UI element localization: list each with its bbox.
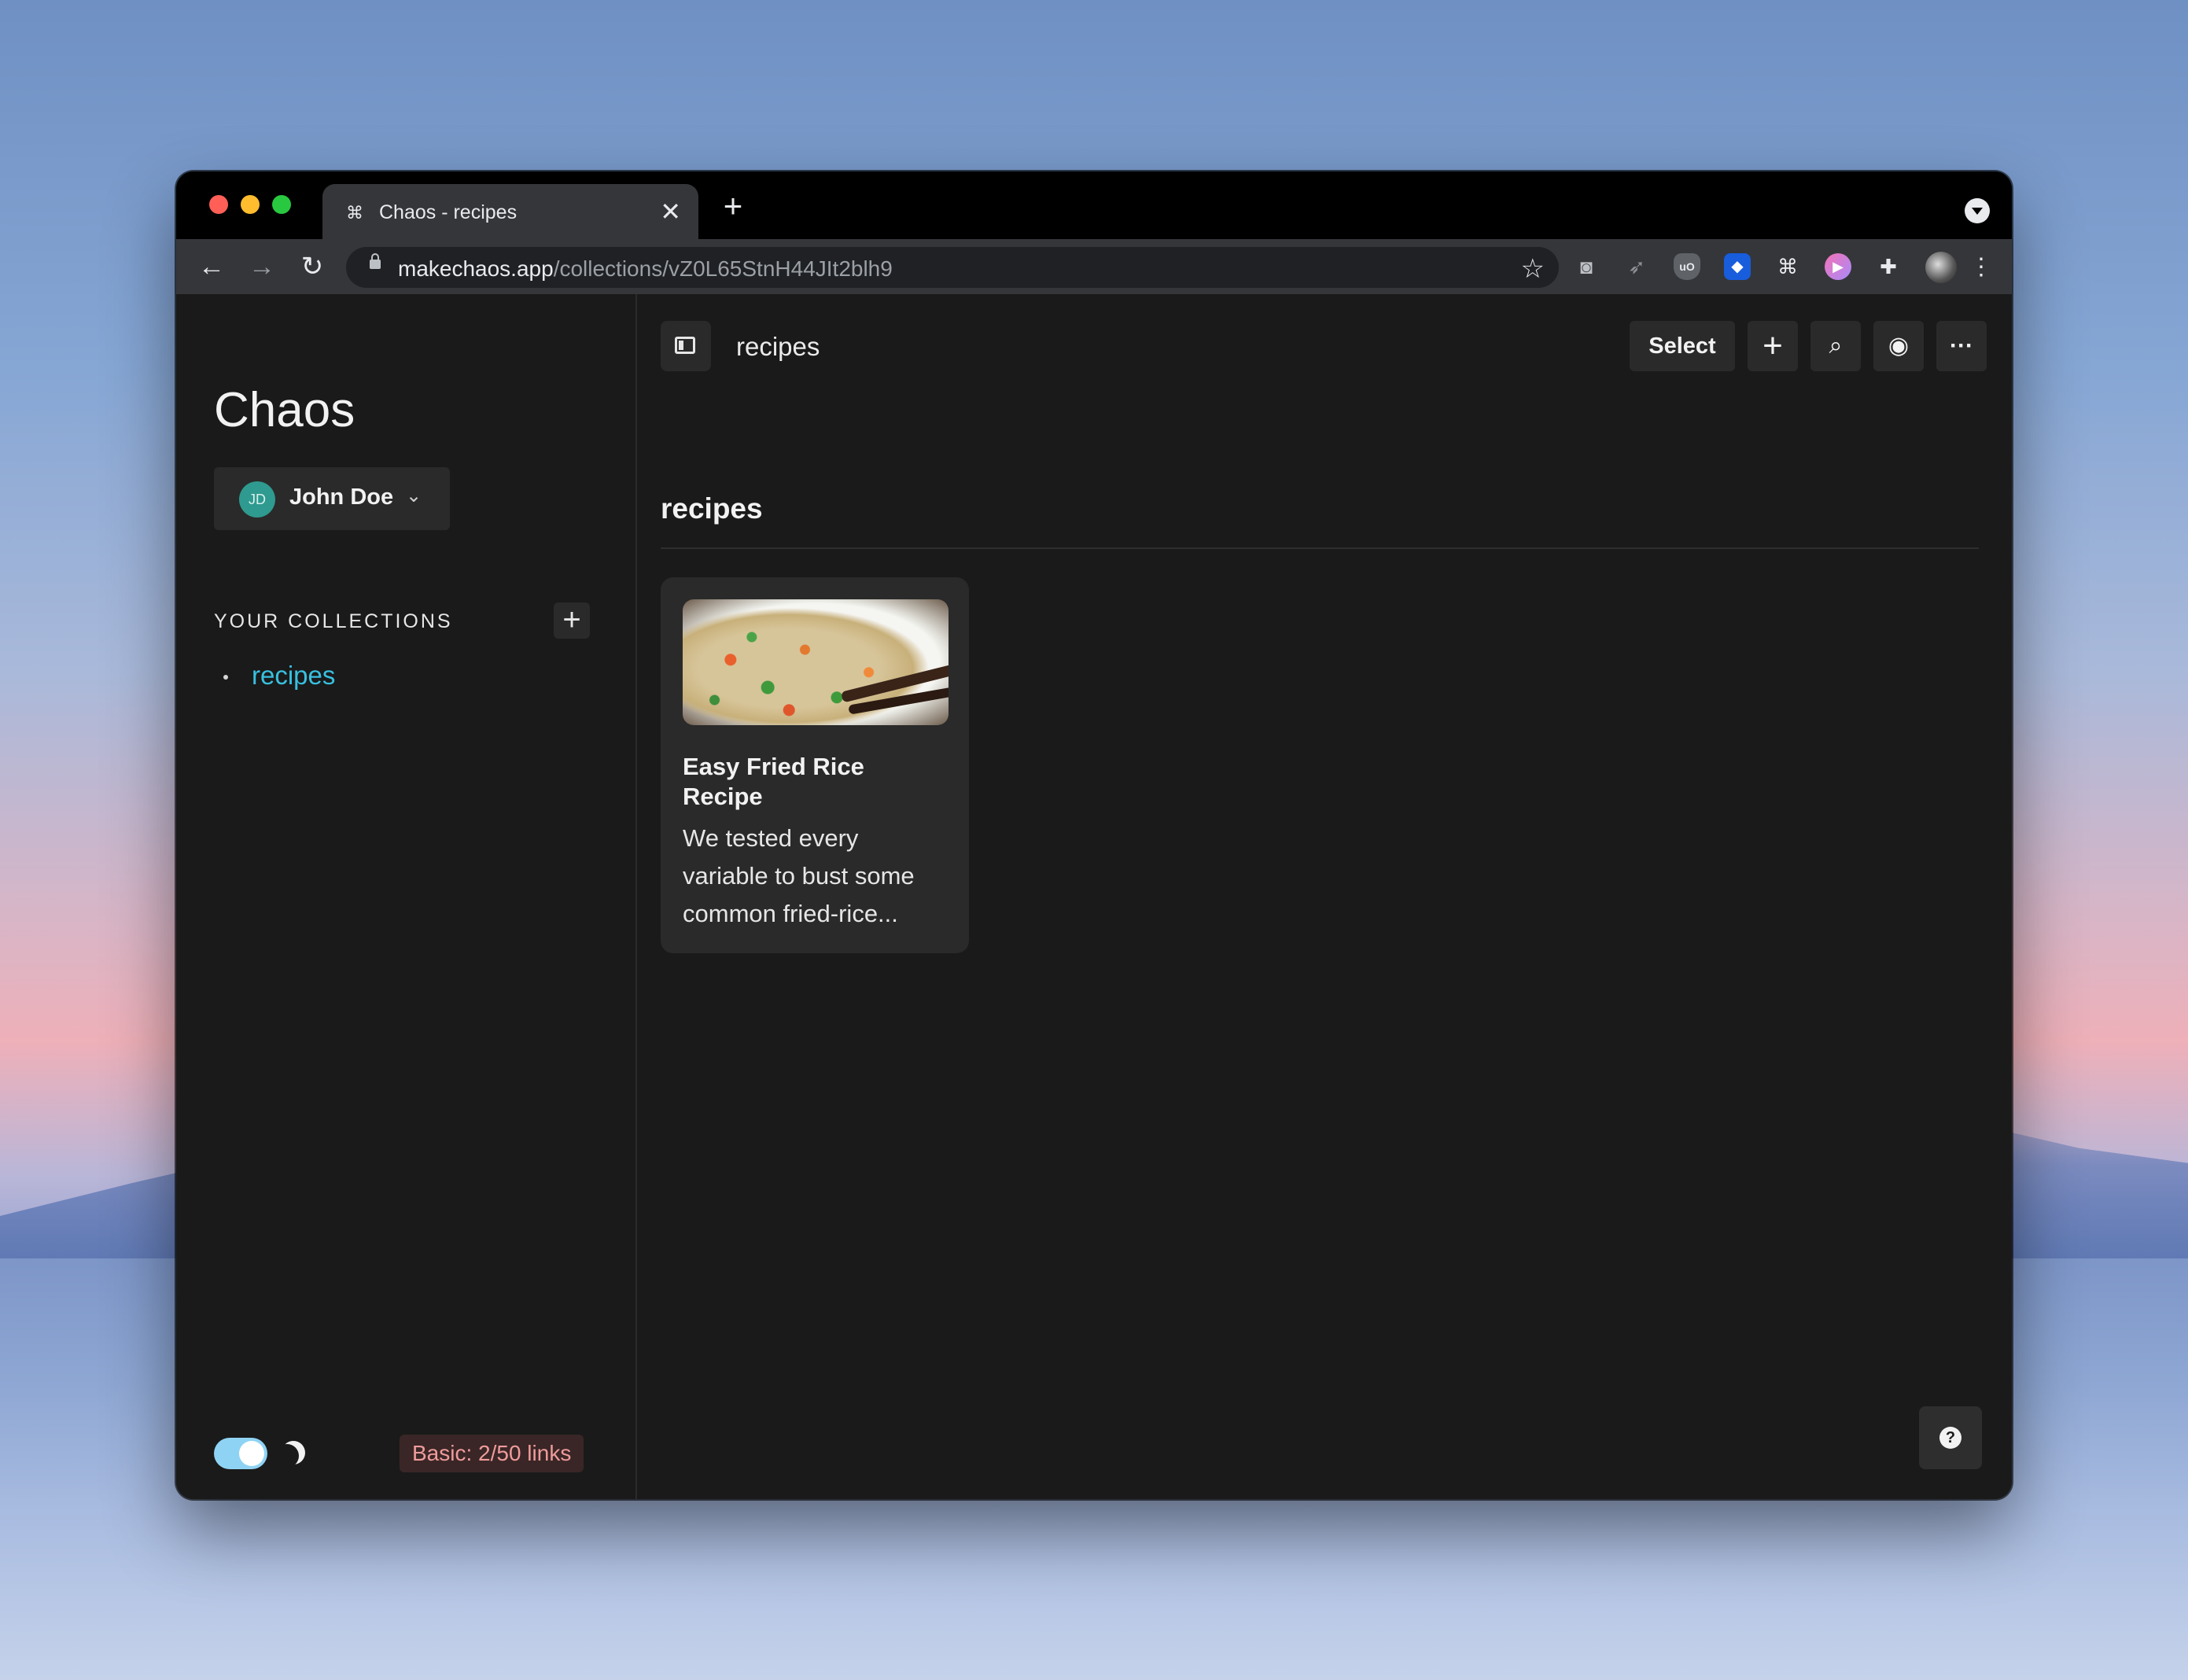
extensions-puzzle-icon[interactable]: ✚ [1875,253,1902,280]
chevron-down-icon: ⌄ [406,485,422,507]
tab-strip: ⌘ Chaos - recipes ✕ + [176,171,2012,239]
tab-title: Chaos - recipes [379,201,518,223]
eye-icon: ◉ [1888,333,1910,359]
search-button[interactable]: ⌕ [1810,321,1861,371]
card-title: Easy Fried Rice Recipe [683,753,864,810]
close-window-button[interactable] [209,195,228,214]
theme-toggle[interactable] [214,1438,267,1469]
bitwarden-extension-icon[interactable]: ◆ [1724,253,1751,280]
user-menu-button[interactable]: JD John Doe ⌄ [214,467,450,530]
more-options-button[interactable]: ··· [1936,321,1987,371]
add-collection-button[interactable]: + [554,602,590,639]
lock-icon [370,253,381,269]
user-avatar: JD [239,481,275,518]
rocket-extension-icon[interactable]: ➶ [1623,253,1650,280]
plan-badge[interactable]: Basic: 2/50 links [400,1435,584,1472]
breadcrumb: recipes [736,332,820,361]
browser-window: ⌘ Chaos - recipes ✕ + ← → ↻ makechaos.ap… [176,171,2012,1499]
bullet-icon [223,675,228,680]
maximize-window-button[interactable] [272,195,291,214]
camera-extension-icon[interactable]: ◙ [1573,253,1600,280]
new-tab-button[interactable]: + [717,190,749,223]
browser-menu-icon[interactable]: ⋮ [1969,252,1993,283]
browser-tab[interactable]: ⌘ Chaos - recipes ✕ [322,184,698,239]
ublock-extension-icon[interactable]: uO [1674,253,1700,280]
back-arrow-icon[interactable]: ← [195,250,228,283]
chaos-extension-icon[interactable]: ⌘ [1774,253,1801,280]
url-path: /collections/vZ0L65StnH44JIt2blh9 [553,256,893,281]
sidebar: Chaos JD John Doe ⌄ YOUR COLLECTIONS + r… [176,294,637,1499]
card-thumbnail [683,599,949,725]
collections-heading: YOUR COLLECTIONS [214,610,453,632]
link-card[interactable]: Easy Fried Rice Recipe We tested every v… [661,577,969,953]
app-brand: Chaos [214,383,355,437]
sidebar-item-label[interactable]: recipes [252,661,335,691]
card-description: We tested every variable to bust some co… [683,824,915,927]
profile-avatar[interactable] [1925,252,1957,283]
view-options-button[interactable]: ◉ [1873,321,1924,371]
play-extension-icon[interactable]: ▶ [1825,253,1851,280]
user-name: John Doe [289,484,394,510]
ellipsis-icon: ··· [1950,333,1973,359]
reload-icon[interactable]: ↻ [296,250,329,283]
browser-toolbar: ← → ↻ makechaos.app/collections/vZ0L65St… [176,239,2012,294]
chaos-favicon-icon: ⌘ [346,203,363,223]
search-icon: ⌕ [1829,333,1843,359]
url-host: makechaos.app [398,256,554,281]
toggle-knob [239,1441,264,1466]
section-title: recipes [661,492,763,525]
toggle-sidebar-button[interactable] [661,321,711,371]
section-divider [661,547,1979,549]
main-panel: recipes Select + ⌕ ◉ ··· recipes ··· Eas… [637,294,2012,1499]
help-button[interactable]: ? [1919,1406,1982,1469]
add-link-button[interactable]: + [1748,321,1798,371]
tab-close-icon[interactable]: ✕ [660,198,681,225]
help-icon: ? [1939,1427,1961,1449]
tab-search-icon[interactable] [1965,198,1990,223]
minimize-window-button[interactable] [241,195,260,214]
app-content: Chaos JD John Doe ⌄ YOUR COLLECTIONS + r… [176,294,2012,1499]
bookmark-star-icon[interactable]: ☆ [1521,253,1545,285]
moon-icon [275,1444,299,1468]
forward-arrow-icon[interactable]: → [245,250,278,283]
url-text[interactable]: makechaos.app/collections/vZ0L65StnH44JI… [398,256,893,282]
select-button[interactable]: Select [1630,321,1735,371]
address-bar[interactable]: makechaos.app/collections/vZ0L65StnH44JI… [346,247,1559,288]
sidebar-icon [675,337,695,354]
